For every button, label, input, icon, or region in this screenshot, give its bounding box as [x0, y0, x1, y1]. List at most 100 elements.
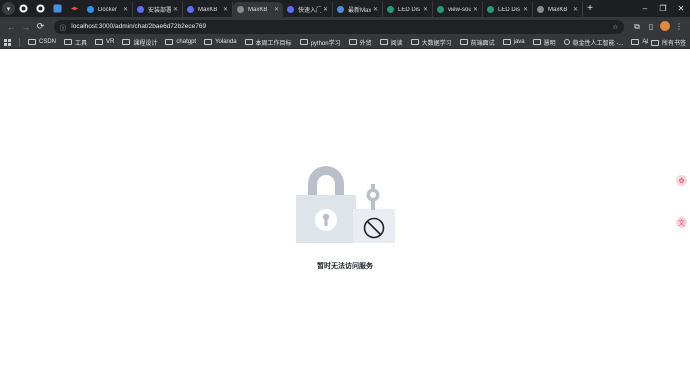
folder-icon	[299, 39, 308, 45]
bookmark-item[interactable]: 工具	[64, 38, 87, 47]
site-icon	[563, 39, 570, 45]
bookmark-label: Yolanda	[215, 39, 237, 45]
all-bookmarks[interactable]: » 所有书签	[645, 36, 686, 49]
maximize-button[interactable]: ❐	[654, 0, 672, 17]
lock-forbidden-icon	[296, 166, 395, 243]
bookmark-label: 课程设计	[133, 40, 158, 47]
tab-close-icon[interactable]: ✕	[373, 6, 378, 13]
tab-close-icon[interactable]: ✕	[123, 6, 128, 13]
tab-title: LED Dis	[498, 6, 521, 13]
browser-tab[interactable]: MaxKB ✕	[533, 2, 583, 17]
browser-tab[interactable]: LED Dis ✕	[483, 2, 533, 17]
profile-avatar[interactable]	[658, 20, 672, 33]
tab-title: LED Dis	[398, 6, 421, 13]
apps-grid-icon[interactable]	[4, 38, 11, 46]
tab-close-icon[interactable]: ✕	[423, 6, 428, 13]
close-window-button[interactable]: ✕	[672, 0, 690, 17]
floating-assistant-button[interactable]: ✿	[676, 175, 687, 186]
tab-favicon-icon	[137, 6, 144, 13]
tab-favicon-icon	[337, 6, 344, 13]
all-bookmarks-label: 所有书签	[661, 41, 686, 47]
bookmark-item[interactable]: Yolanda	[204, 39, 237, 45]
github-icon	[19, 4, 28, 13]
bookmark-item[interactable]: 稳金性人工智能 -...	[563, 38, 623, 47]
bookmark-label: 大数据学习	[421, 40, 452, 47]
pinned-tab-github-2[interactable]	[32, 0, 49, 17]
floating-translate-button[interactable]: 文	[676, 217, 687, 228]
bookmark-list: CSDN 工具 VR 课程设计 chatgpt Yolanda 本周工作目标 python学习…	[28, 38, 656, 47]
bookmark-item[interactable]: 阅读	[379, 38, 403, 47]
menu-icon[interactable]: ⋮	[672, 22, 686, 31]
tab-title: MaxKB	[248, 6, 268, 13]
minimize-button[interactable]: –	[636, 0, 654, 17]
address-bar[interactable]: ⓘ localhost:3000/admin/chat/2bae6d72b2ec…	[53, 19, 625, 34]
bookmark-item[interactable]: java	[502, 39, 525, 45]
tab-title: 最新MaxKB	[348, 8, 371, 14]
folder-icon	[502, 39, 511, 45]
tab-favicon-icon	[287, 6, 294, 13]
back-button[interactable]: ←	[4, 22, 19, 32]
site-info-icon[interactable]: ⓘ	[60, 22, 67, 32]
bookmark-label: CSDN	[39, 39, 57, 45]
bookmark-item[interactable]: VR	[95, 39, 114, 45]
reload-button[interactable]: ⟳	[33, 21, 48, 32]
bookmark-label: 工具	[75, 40, 88, 47]
browser-tab[interactable]: MaxKB ✕	[183, 2, 233, 17]
forward-button[interactable]: →	[19, 22, 34, 32]
tab-close-icon[interactable]: ✕	[573, 6, 578, 13]
tab-close-icon[interactable]: ✕	[173, 6, 178, 13]
browser-tab[interactable]: 安装部署 ✕	[133, 2, 183, 17]
bookmark-label: python学习	[310, 40, 341, 47]
bookmarks-bar: CSDN 工具 VR 课程设计 chatgpt Yolanda 本周工作目标 python学习…	[0, 36, 690, 49]
app-icon	[53, 4, 62, 13]
tab-search-button[interactable]: ▾	[2, 2, 15, 15]
window-controls: – ❐ ✕	[636, 0, 690, 17]
bookmark-star-icon[interactable]: ☆	[612, 23, 618, 31]
bookmark-item[interactable]: 慧明	[532, 38, 556, 47]
browser-tab[interactable]: LED Dis ✕	[383, 2, 433, 17]
tab-favicon-icon	[187, 6, 194, 13]
bookmark-item[interactable]: 本周工作目标	[244, 38, 292, 47]
bookmark-item[interactable]: 前端面试	[459, 38, 495, 47]
tab-close-icon[interactable]: ✕	[323, 6, 328, 13]
github-icon	[36, 4, 45, 13]
bookmark-item[interactable]: python学习	[299, 38, 341, 47]
tab-favicon-icon	[487, 6, 494, 13]
bookmark-label: 慧明	[543, 40, 556, 47]
folder-icon	[165, 39, 174, 45]
bookmark-item[interactable]: chatgpt	[165, 39, 196, 45]
bookmark-label: 前端面试	[470, 40, 495, 47]
folder-icon	[28, 39, 36, 45]
bookmark-item[interactable]: 外贸	[348, 38, 372, 47]
folder-icon	[379, 39, 388, 45]
bookmark-item[interactable]: 大数据学习	[410, 38, 452, 47]
chevron-right-icon: »	[644, 39, 648, 46]
sidepanel-icon[interactable]: ▯	[644, 22, 658, 31]
browser-tab[interactable]: Docker ✕	[83, 2, 133, 17]
browser-tab[interactable]: 最新MaxKB✕	[333, 2, 383, 17]
browser-tab-strip: ▾ Docker✕安装部署✕MaxKB✕MaxKB✕快速入门✕最新MaxKB✕L…	[0, 0, 690, 17]
browser-tab[interactable]: 快速入门 ✕	[283, 2, 333, 17]
error-message: 暂时无法访问服务	[317, 263, 373, 270]
tab-close-icon[interactable]: ✕	[223, 6, 228, 13]
tab-title: MaxKB	[548, 6, 568, 13]
page-content: 暂时无法访问服务 ✿ 文	[0, 49, 690, 370]
bookmark-item[interactable]: CSDN	[28, 39, 56, 45]
browser-tab[interactable]: view-sou ✕	[433, 2, 483, 17]
bookmark-item[interactable]: 课程设计	[122, 38, 157, 47]
extensions-icon[interactable]: ⧉	[630, 22, 644, 32]
new-tab-button[interactable]: +	[583, 3, 597, 14]
folder-icon	[95, 39, 104, 45]
bookmark-label: chatgpt	[176, 39, 197, 45]
folder-icon	[650, 39, 659, 46]
tab-close-icon[interactable]: ✕	[473, 6, 478, 13]
folder-icon	[204, 39, 213, 45]
tab-close-icon[interactable]: ✕	[523, 6, 528, 13]
pinned-tab-video[interactable]	[66, 0, 83, 17]
pinned-tab-github[interactable]	[15, 0, 32, 17]
browser-tab[interactable]: MaxKB ✕	[233, 2, 283, 17]
tab-title: view-sou	[448, 6, 471, 13]
tab-close-icon[interactable]: ✕	[274, 6, 279, 13]
pinned-tab-app[interactable]	[49, 0, 66, 17]
folder-icon	[410, 39, 419, 45]
